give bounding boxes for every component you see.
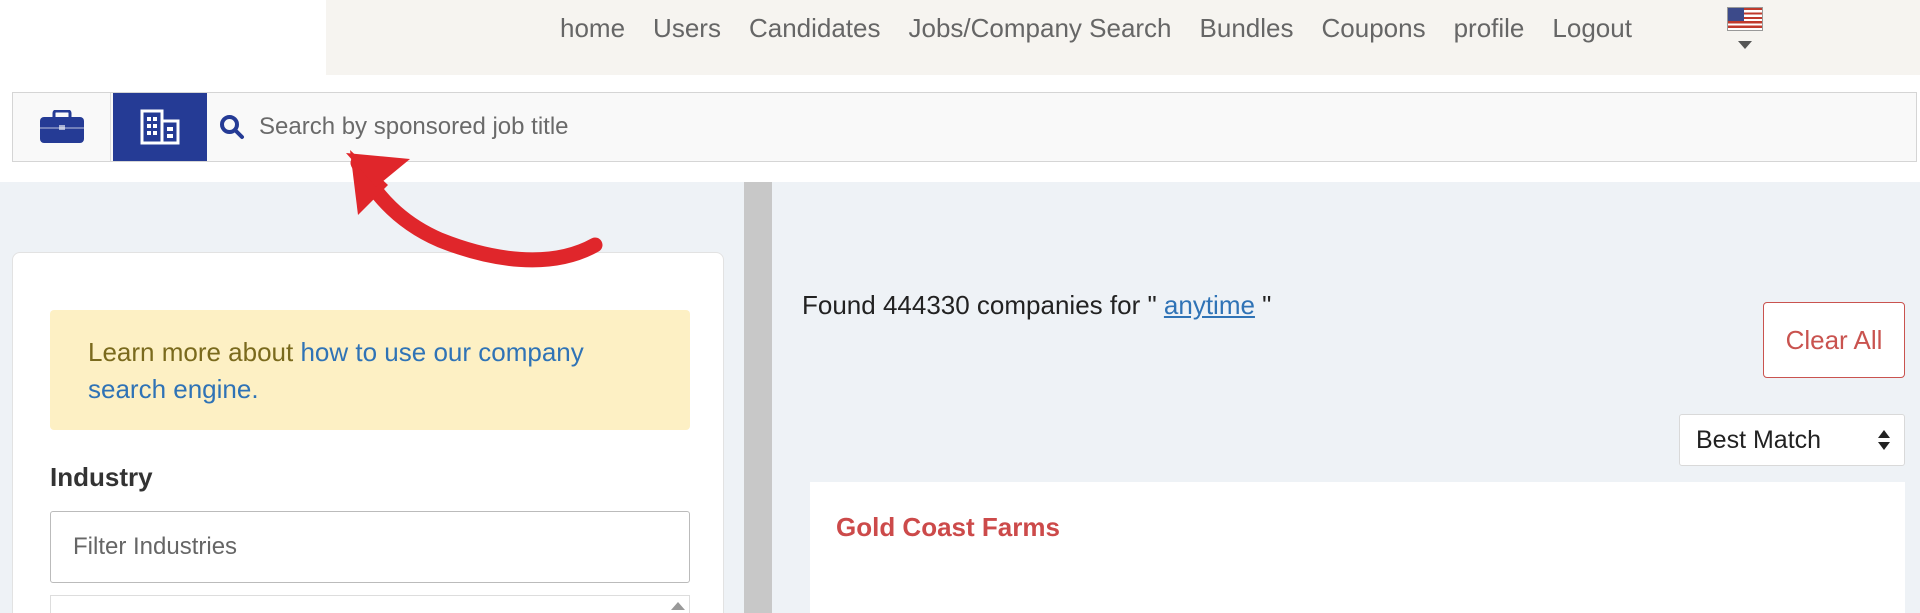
nav-logout[interactable]: Logout [1552,10,1632,46]
help-notice: Learn more about how to use our company … [50,310,690,430]
nav-candidates[interactable]: Candidates [749,10,881,46]
results-suffix: " [1254,290,1272,320]
nav-coupons[interactable]: Coupons [1322,10,1426,46]
jobs-search-toggle[interactable] [13,93,111,161]
search-input[interactable] [259,113,1759,141]
sort-selected-value: Best Match [1696,425,1822,454]
results-summary: Found 444330 companies for " anytime " [802,290,1271,321]
clear-all-button[interactable]: Clear All [1763,302,1905,378]
industry-heading: Industry [50,462,153,492]
sort-select[interactable]: Best Match [1679,414,1905,466]
search-toolbar [12,92,1917,162]
briefcase-icon [39,110,84,143]
nav-profile[interactable]: profile [1454,10,1525,46]
filter-industries-input[interactable] [50,511,690,583]
magnifier-icon [220,115,244,139]
nav-home[interactable]: home [560,10,625,46]
main-nav: home Users Candidates Jobs/Company Searc… [560,10,1660,46]
query-link[interactable]: anytime [1164,290,1255,320]
panel-divider[interactable] [744,182,772,613]
sort-arrows-icon [1878,428,1890,454]
nav-users[interactable]: Users [653,10,721,46]
company-name-link[interactable]: Gold Coast Farms [836,512,1060,543]
company-search-toggle[interactable] [113,93,207,161]
nav-jobs-company-search[interactable]: Jobs/Company Search [909,10,1172,46]
language-selector[interactable] [1727,7,1767,55]
nav-bundles[interactable]: Bundles [1200,10,1294,46]
help-notice-text: Learn more about [88,337,301,367]
caret-down-icon [1738,41,1752,49]
results-count-text: Found 444330 companies for " [802,290,1164,320]
scroll-up-icon[interactable] [671,602,685,610]
building-icon [140,109,180,145]
us-flag-icon [1727,7,1763,31]
company-result-card[interactable]: Gold Coast Farms [810,482,1905,613]
top-navbar: home Users Candidates Jobs/Company Searc… [0,0,1920,75]
industry-list[interactable] [50,595,690,613]
red-arrow-annotation-icon [346,150,603,268]
